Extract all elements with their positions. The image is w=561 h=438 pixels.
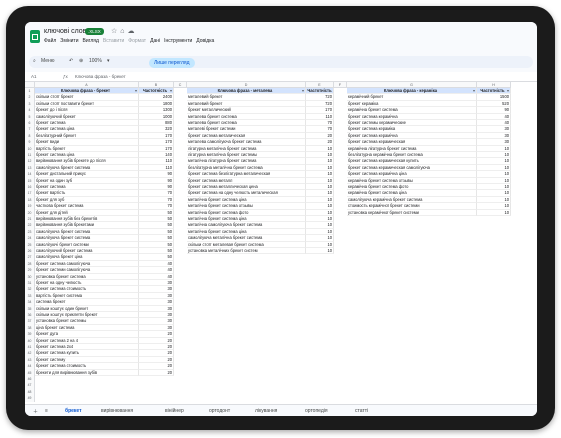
header-label: Частотність (307, 88, 332, 93)
menu-help[interactable]: Довідка (196, 38, 214, 44)
sheets-logo-icon (30, 30, 40, 43)
star-icon[interactable]: ☆ (111, 28, 120, 35)
sheet-tab-active[interactable]: брекет (65, 408, 82, 414)
add-sheet-icon[interactable]: ＋ (33, 408, 38, 415)
move-folder-icon[interactable]: ⌂ (120, 28, 127, 35)
sheet-tab[interactable]: вирівнювання (101, 408, 133, 414)
header-label: Ключова фраза - кераміка (383, 88, 438, 93)
row-number[interactable]: 49 (25, 395, 35, 402)
column-header[interactable]: C (174, 82, 187, 88)
menu-view[interactable]: Вигляд (83, 38, 99, 44)
title-actions: ☆⌂☁ (111, 27, 138, 35)
view-only-button[interactable]: Лише перегляд (149, 58, 195, 68)
frequency-cell[interactable]: 10 (477, 209, 511, 216)
sheet-tab[interactable]: лікування (255, 408, 277, 414)
header-label: Частотність (142, 88, 168, 93)
keyword-cell[interactable]: брекети для вирівнювання зубів (35, 369, 139, 376)
sheet-tab[interactable]: ортопедія (305, 408, 328, 414)
search-menu-icon[interactable]: ⌕ (33, 58, 36, 64)
cell-reference[interactable]: A1 (31, 74, 37, 79)
document-title[interactable]: ключові слова (44, 28, 90, 35)
file-format-badge: .XLSX (85, 28, 104, 35)
frequency-cell[interactable]: 10 (306, 248, 334, 255)
all-sheets-icon[interactable]: ≡ (45, 408, 48, 414)
zoom-select[interactable]: 100% (89, 58, 102, 64)
sheet-tabs-bar: ＋ ≡ брекет вирівнювання вінійнер ортодон… (25, 404, 537, 416)
menu-edit[interactable]: Змінити (60, 38, 78, 44)
toolbar: ⌕ Меню ↶ ⊕ 100% ▾ (29, 56, 533, 68)
keyword-cell[interactable]: установка керамічної брекет системи (347, 209, 477, 216)
header-label: Ключова фраза - брекет (60, 88, 111, 93)
spreadsheet-grid[interactable]: A B C D E F G H 1 2 3 4 5 6 7 8 9 10 11 12 13 14 15 16 17 18 19 20 2… (25, 82, 537, 404)
sheet-tab[interactable]: вінійнер (165, 408, 184, 414)
menu-format[interactable]: Формат (128, 38, 146, 44)
sheets-app: ключові слова .XLSX ☆⌂☁ Файл Змінити Виг… (25, 22, 537, 416)
sheet-tab[interactable]: статті (355, 408, 368, 414)
undo-icon[interactable]: ↶ (69, 58, 73, 64)
formula-input[interactable]: Ключова фраза - брекет (75, 74, 126, 79)
keyword-cell[interactable]: установка металічних брекет систем (187, 248, 306, 255)
sheet-tab[interactable]: ортодонт (209, 408, 230, 414)
menu-file[interactable]: Файл (44, 38, 56, 44)
zoom-icon[interactable]: ⊕ (79, 58, 83, 64)
function-icon: ƒx (63, 74, 68, 79)
chevron-down-icon[interactable]: ▾ (107, 58, 110, 64)
cloud-status-icon[interactable]: ☁ (128, 28, 138, 35)
title-bar: ключові слова .XLSX ☆⌂☁ Файл Змінити Виг… (25, 22, 537, 54)
frequency-cell[interactable]: 20 (139, 369, 174, 376)
tablet-frame: ключові слова .XLSX ☆⌂☁ Файл Змінити Виг… (6, 6, 555, 430)
search-menus-label[interactable]: Меню (41, 58, 55, 64)
column-header[interactable]: F (334, 82, 347, 88)
header-label: Ключова фраза - металева (217, 88, 273, 93)
formula-bar: A1 ƒx Ключова фраза - брекет (25, 72, 537, 82)
menu-data[interactable]: Дані (150, 38, 160, 44)
header-label: Частотність (480, 88, 505, 93)
menu-bar: Файл Змінити Вигляд Вставити Формат Дані… (44, 38, 214, 44)
menu-tools[interactable]: Інструменти (164, 38, 192, 44)
menu-insert[interactable]: Вставити (103, 38, 124, 44)
